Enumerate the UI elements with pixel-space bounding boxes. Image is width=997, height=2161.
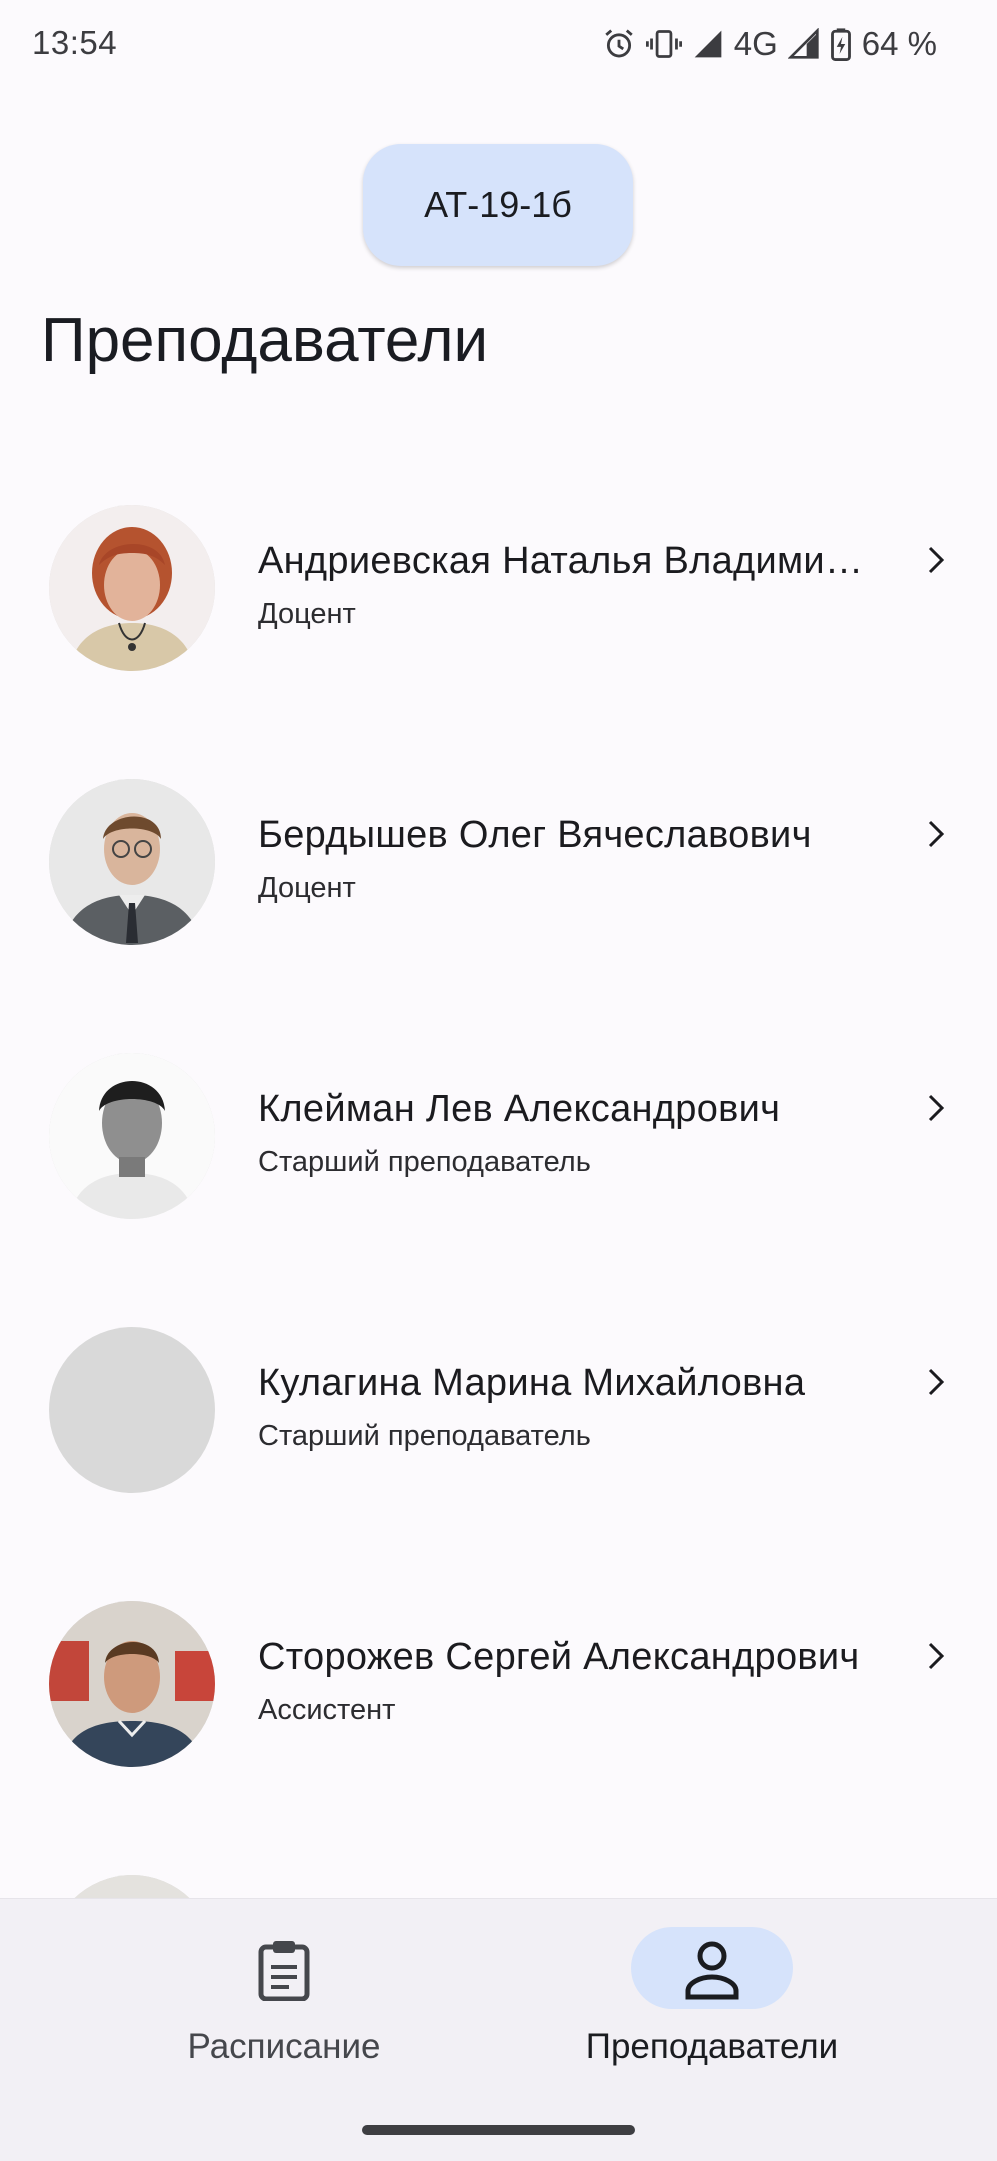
vibrate-icon [645, 27, 682, 61]
group-selector-chip[interactable]: АТ-19-1б [363, 144, 633, 266]
clipboard-icon [258, 1941, 310, 2001]
teacher-role: Доцент [258, 598, 356, 630]
signal-icon [787, 28, 820, 60]
page-title: Преподаватели [41, 306, 489, 375]
teacher-avatar [49, 505, 215, 671]
teacher-name: Кулагина Марина Михайловна [258, 1362, 806, 1404]
alarm-icon [602, 27, 636, 61]
person-icon [685, 1941, 739, 2000]
teacher-avatar [49, 1875, 215, 1898]
battery-charging-icon [830, 27, 852, 61]
teacher-avatar [49, 1601, 215, 1767]
nav-label-teachers: Преподаватели [585, 2027, 839, 2066]
teacher-role: Старший преподаватель [258, 1146, 591, 1178]
chevron-right-icon [928, 1094, 945, 1122]
teacher-avatar-placeholder [49, 1327, 215, 1493]
teacher-name: Клейман Лев Александрович [258, 1088, 781, 1130]
teacher-role: Ассистент [258, 1694, 396, 1726]
teacher-list-item[interactable] [0, 1840, 997, 1898]
status-time: 13:54 [32, 24, 118, 61]
teacher-avatar [49, 1053, 215, 1219]
teacher-avatar [49, 779, 215, 945]
teacher-name: Бердышев Олег Вячеславович [258, 814, 812, 856]
chevron-right-icon [928, 1368, 945, 1396]
teacher-list-item[interactable]: Кулагина Марина Михайловна Старший препо… [0, 1292, 997, 1566]
gesture-navigation-bar[interactable] [362, 2125, 635, 2135]
group-label: АТ-19-1б [424, 184, 572, 225]
battery-level: 64 % [861, 25, 937, 62]
nav-item-schedule[interactable]: Расписание [0, 1899, 498, 2099]
chevron-right-icon [928, 1642, 945, 1670]
teacher-list[interactable]: Андриевская Наталья Владимировна Доцент … [0, 470, 997, 1898]
teacher-list-item[interactable]: Андриевская Наталья Владимировна Доцент [0, 470, 997, 744]
teacher-list-item[interactable]: Сторожев Сергей Александрович Ассистент [0, 1566, 997, 1840]
teacher-role: Доцент [258, 872, 356, 904]
nav-label-schedule: Расписание [187, 2027, 381, 2066]
signal-icon [692, 28, 724, 60]
teacher-name: Сторожев Сергей Александрович [258, 1636, 860, 1678]
chevron-right-icon [928, 546, 945, 574]
network-type: 4G [733, 25, 778, 62]
status-icons: 4G 64 % [602, 22, 937, 66]
nav-item-teachers[interactable]: Преподаватели [498, 1899, 996, 2099]
teacher-list-item[interactable]: Бердышев Олег Вячеславович Доцент [0, 744, 997, 1018]
teacher-name: Андриевская Наталья Владимировна [258, 540, 863, 582]
teacher-role: Старший преподаватель [258, 1420, 591, 1452]
status-bar: 13:54 4G 64 % [0, 0, 997, 90]
bottom-navigation: Расписание Преподаватели [0, 1898, 997, 2161]
chevron-right-icon [928, 820, 945, 848]
teacher-list-item[interactable]: Клейман Лев Александрович Старший препод… [0, 1018, 997, 1292]
